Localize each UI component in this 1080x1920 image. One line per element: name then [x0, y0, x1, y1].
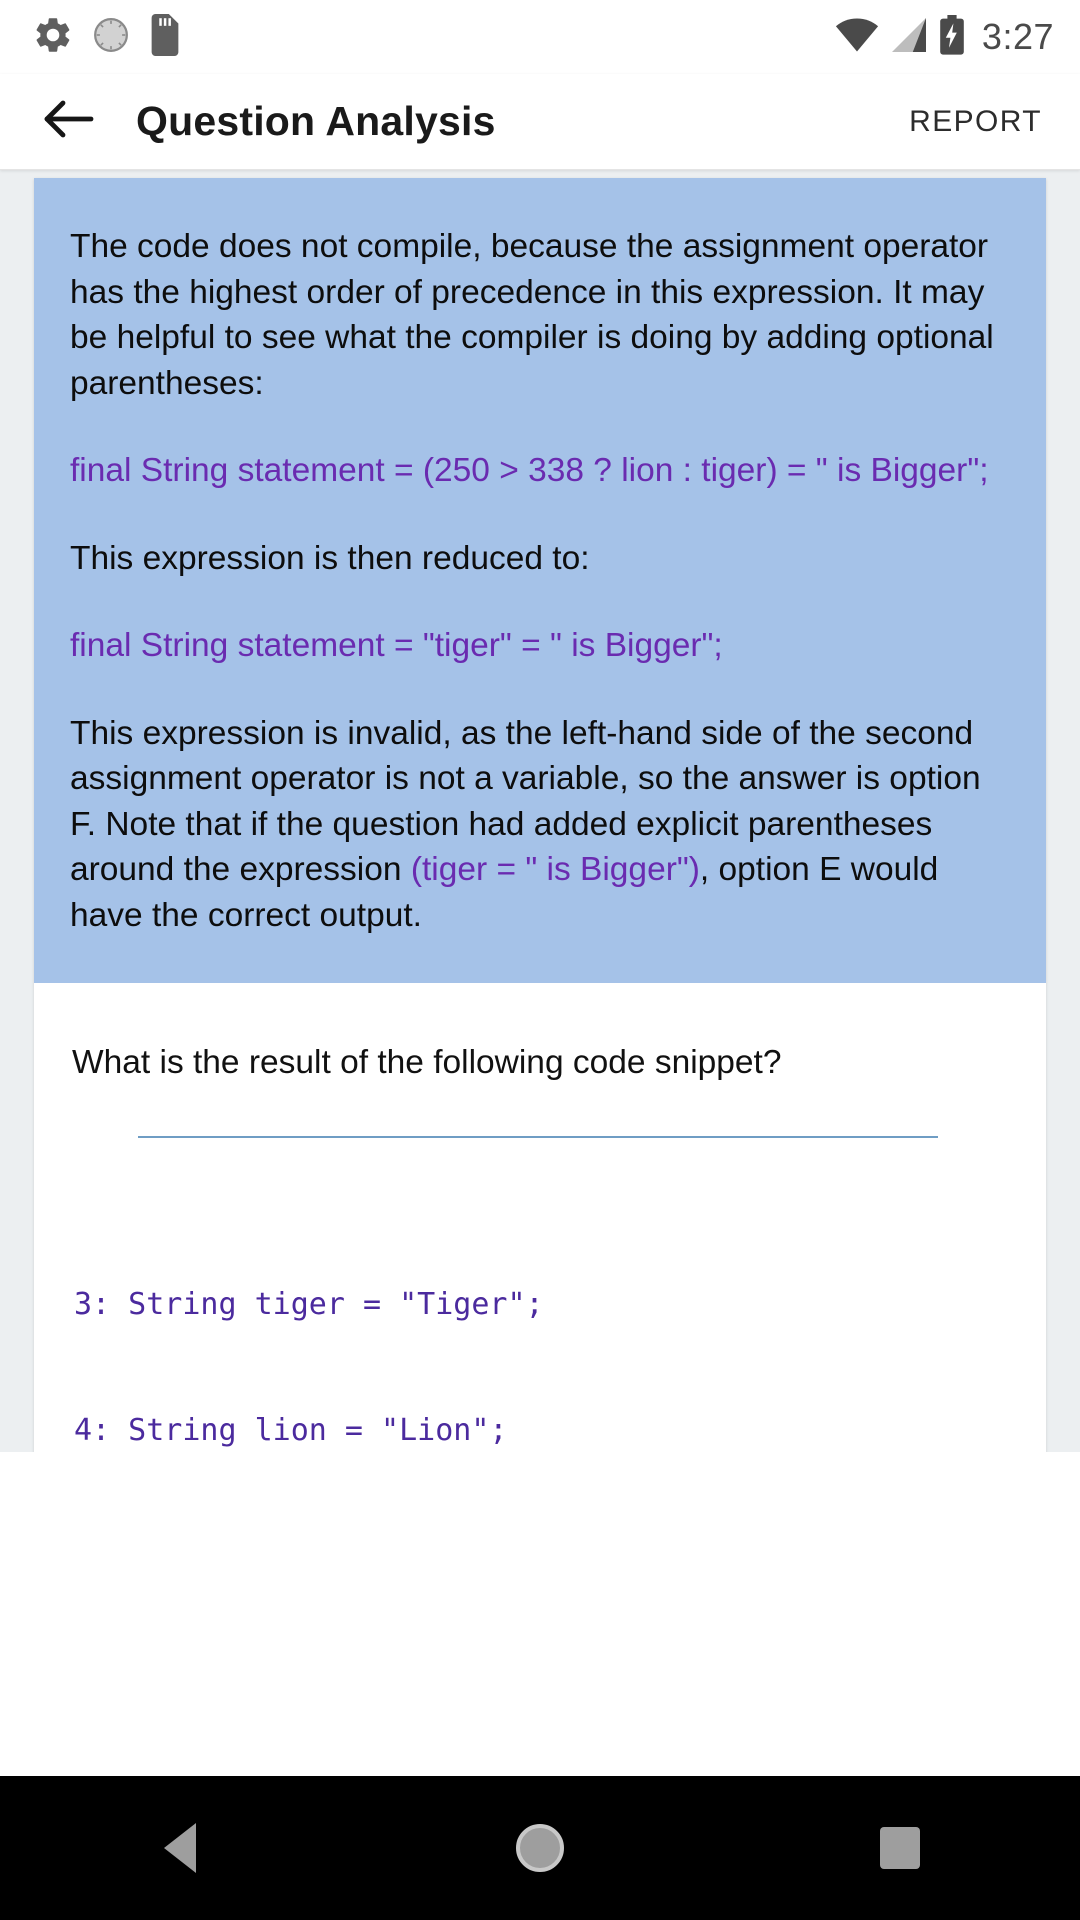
back-button[interactable] [38, 91, 100, 153]
question-text: What is the result of the following code… [72, 1043, 782, 1081]
status-bar: 3:27 [0, 0, 1080, 74]
page-title: Question Analysis [136, 98, 496, 144]
nav-home-button[interactable] [360, 1824, 720, 1872]
question-divider [138, 1136, 938, 1139]
status-bar-left-icons [32, 13, 182, 61]
system-navigation-bar [0, 1776, 1080, 1920]
clock-icon [92, 16, 130, 59]
nav-back-triangle-icon [164, 1823, 196, 1873]
status-bar-clock: 3:27 [981, 16, 1054, 57]
code-line: 3: String tiger = "Tiger"; [74, 1287, 544, 1323]
nav-recents-button[interactable] [720, 1827, 1080, 1869]
battery-charging-icon [939, 14, 965, 60]
analysis-card: The code does not compile, because the a… [34, 178, 1046, 1452]
report-button[interactable]: REPORT [905, 95, 1046, 149]
explanation-paragraph-1: The code does not compile, because the a… [70, 228, 994, 402]
app-bar: Question Analysis REPORT [0, 74, 1080, 170]
gear-icon [32, 14, 74, 61]
explanation-code-1: final String statement = (250 > 338 ? li… [70, 452, 989, 490]
explanation-code-2: final String statement = "tiger" = " is … [70, 627, 723, 665]
code-line: 4: String lion = "Lion"; [74, 1413, 508, 1449]
sd-card-icon [148, 13, 182, 61]
explanation-paragraph-3: This expression is invalid, as the left-… [70, 711, 1010, 939]
nav-recents-square-icon [880, 1827, 920, 1869]
nav-back-button[interactable] [0, 1823, 360, 1873]
status-bar-right-icons: 3:27 [835, 14, 1054, 60]
scroll-content[interactable]: The code does not compile, because the a… [0, 170, 1080, 1452]
explanation-inline-code: (tiger = " is Bigger") [410, 851, 700, 889]
explanation-paragraph-2: This expression is then reduced to: [70, 539, 590, 577]
nav-home-circle-icon [516, 1824, 564, 1872]
question-panel: What is the result of the following code… [34, 982, 1046, 1452]
cell-signal-icon [890, 17, 928, 57]
arrow-left-icon [43, 97, 95, 146]
question-code-block: 3: String tiger = "Tiger"; 4: String lio… [72, 1200, 1008, 1452]
wifi-icon [835, 18, 879, 57]
explanation-panel: The code does not compile, because the a… [34, 178, 1046, 983]
